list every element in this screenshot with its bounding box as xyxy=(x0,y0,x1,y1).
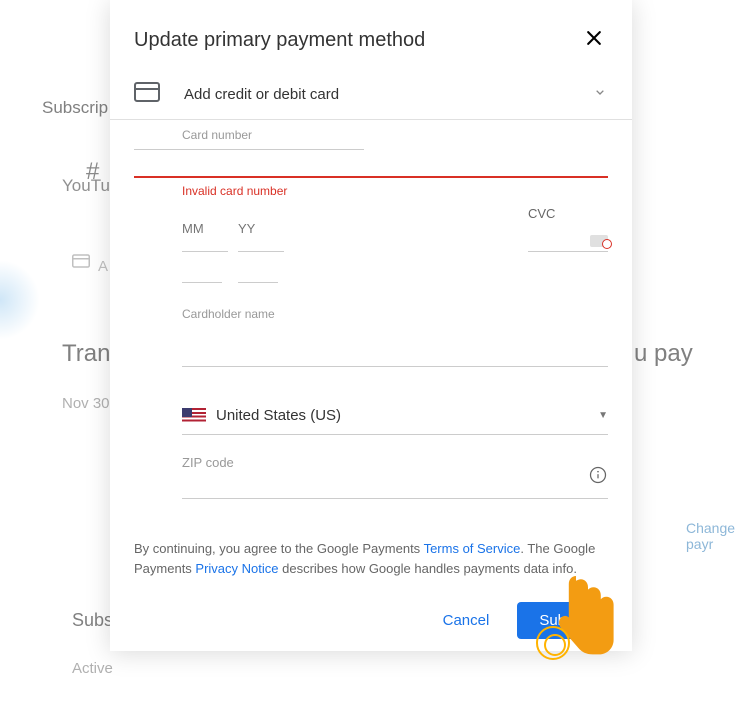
hash-icon: # xyxy=(86,158,99,186)
cvc-input[interactable] xyxy=(528,235,608,252)
submit-button[interactable]: Submit xyxy=(517,602,608,639)
country-label: United States (US) xyxy=(216,407,598,424)
card-number-label: Card number xyxy=(182,128,608,142)
cardholder-name-label: Cardholder name xyxy=(182,307,608,321)
cancel-button[interactable]: Cancel xyxy=(431,602,502,639)
chevron-down-icon xyxy=(592,84,608,105)
privacy-notice-link[interactable]: Privacy Notice xyxy=(195,561,278,576)
zip-label: ZIP code xyxy=(182,455,608,470)
card-type-selector[interactable]: Add credit or debit card xyxy=(110,72,632,120)
info-icon[interactable] xyxy=(588,465,608,490)
zip-code-field[interactable]: ZIP code xyxy=(182,455,608,499)
close-button[interactable] xyxy=(584,28,608,52)
expiry-year-input[interactable] xyxy=(238,206,284,252)
country-selector[interactable]: United States (US) ▼ xyxy=(182,407,608,435)
modal-header: Update primary payment method xyxy=(110,0,632,72)
dropdown-caret-icon: ▼ xyxy=(598,410,608,421)
cardholder-name-input[interactable] xyxy=(182,337,608,367)
bg-text: Subs xyxy=(72,610,113,631)
card-type-label: Add credit or debit card xyxy=(184,86,592,103)
modal-title: Update primary payment method xyxy=(134,29,425,52)
credit-card-icon xyxy=(134,82,160,107)
us-flag-icon xyxy=(182,408,206,424)
bg-text: Subscrip xyxy=(42,98,108,118)
bg-text: u pay xyxy=(634,340,693,368)
legal-text: By continuing, you agree to the Google P… xyxy=(110,499,632,578)
bg-text: A xyxy=(98,258,108,275)
cvc-card-icon xyxy=(590,235,608,247)
terms-of-service-link[interactable]: Terms of Service xyxy=(424,541,521,556)
update-payment-modal: Update primary payment method Add credit… xyxy=(110,0,632,651)
credit-card-icon xyxy=(72,254,90,273)
cvc-label: CVC xyxy=(528,206,555,221)
modal-actions: Cancel Submit xyxy=(110,578,632,643)
bg-text: Nov 30 xyxy=(62,395,110,412)
underline-decoration xyxy=(182,282,608,283)
bg-decoration xyxy=(0,260,40,340)
close-icon xyxy=(584,28,604,48)
card-form-body: Card number # Invalid card number CVC xyxy=(110,120,632,499)
card-number-input[interactable] xyxy=(134,151,608,178)
bg-text: Active xyxy=(72,660,113,677)
bg-text: Tran xyxy=(62,340,110,368)
card-number-error: Invalid card number xyxy=(182,184,608,198)
expiry-month-input[interactable] xyxy=(182,206,228,252)
underline-decoration xyxy=(134,149,364,150)
change-payment-link: Change payr xyxy=(686,520,755,552)
